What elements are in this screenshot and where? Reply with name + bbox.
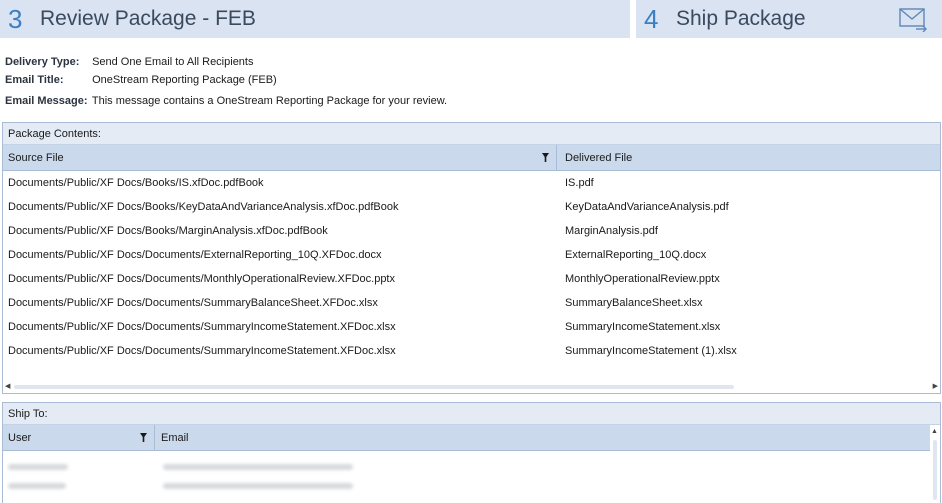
delivered-cell: IS.pdf	[565, 177, 594, 189]
table-row[interactable]: Documents/Public/XF Docs/Documents/Summa…	[3, 291, 940, 315]
scrollbar-thumb[interactable]	[933, 440, 937, 500]
table-row[interactable]: Documents/Public/XF Docs/Books/IS.xfDoc.…	[3, 171, 940, 195]
source-cell: Documents/Public/XF Docs/Documents/Summa…	[8, 321, 396, 333]
scroll-left-icon[interactable]: ◀	[5, 383, 10, 391]
table-row[interactable]: Documents/Public/XF Docs/Documents/Summa…	[3, 339, 940, 363]
step-ship-package-header: 4 Ship Package	[636, 0, 942, 38]
column-header-label: User	[8, 432, 32, 444]
package-contents-panel: Package Contents: Source File Delivered …	[2, 122, 941, 394]
step-review-package-header: 3 Review Package - FEB	[0, 0, 630, 38]
delivered-cell: KeyDataAndVarianceAnalysis.pdf	[565, 201, 729, 213]
source-cell: Documents/Public/XF Docs/Books/IS.xfDoc.…	[8, 177, 264, 189]
source-cell: Documents/Public/XF Docs/Books/KeyDataAn…	[8, 201, 399, 213]
delivery-type-value: Send One Email to All Recipients	[92, 56, 254, 68]
source-cell: Documents/Public/XF Docs/Books/MarginAna…	[8, 225, 328, 237]
table-row[interactable]: Documents/Public/XF Docs/Documents/Summa…	[3, 315, 940, 339]
delivery-type-label: Delivery Type:	[5, 56, 80, 68]
source-cell: Documents/Public/XF Docs/Documents/Month…	[8, 273, 395, 285]
scroll-right-icon[interactable]: ▶	[933, 383, 938, 391]
ship-to-panel: Ship To: User Email ▲	[2, 402, 941, 503]
grid-header: Source File Delivered File	[3, 145, 940, 171]
delivery-type-line: Delivery Type: Send One Email to All Rec…	[5, 54, 253, 70]
email-title-value: OneStream Reporting Package (FEB)	[92, 74, 277, 86]
vertical-scrollbar[interactable]: ▲	[930, 426, 940, 503]
table-row[interactable]: Documents/Public/XF Docs/Books/MarginAna…	[3, 219, 940, 243]
panel-title: Ship To:	[3, 403, 940, 425]
filter-icon[interactable]	[542, 153, 549, 162]
step-number: 4	[644, 3, 659, 34]
step-title: Ship Package	[676, 7, 806, 30]
email-message-line: Email Message: This message contains a O…	[5, 93, 447, 109]
package-rows: Documents/Public/XF Docs/Books/IS.xfDoc.…	[3, 171, 940, 363]
email-message-label: Email Message:	[5, 95, 88, 107]
delivered-cell: SummaryIncomeStatement.xlsx	[565, 321, 721, 333]
source-cell: Documents/Public/XF Docs/Documents/Exter…	[8, 249, 382, 261]
filter-icon[interactable]	[140, 433, 147, 442]
email-message-value: This message contains a OneStream Report…	[91, 95, 448, 107]
column-header-user[interactable]: User	[3, 425, 155, 450]
table-row[interactable]: Documents/Public/XF Docs/Documents/Month…	[3, 267, 940, 291]
scroll-up-icon[interactable]: ▲	[931, 428, 938, 435]
delivered-cell: SummaryIncomeStatement (1).xlsx	[565, 345, 737, 357]
email-title-line: Email Title: OneStream Reporting Package…	[5, 72, 277, 88]
column-header-label: Source File	[8, 152, 64, 164]
step-number: 3	[8, 3, 23, 34]
source-cell: Documents/Public/XF Docs/Documents/Summa…	[8, 297, 378, 309]
column-header-delivered-file[interactable]: Delivered File	[557, 145, 940, 170]
redacted-user	[8, 463, 68, 470]
redacted-user	[8, 482, 66, 489]
redacted-email	[163, 482, 353, 489]
column-header-source-file[interactable]: Source File	[3, 145, 557, 170]
table-row[interactable]: Documents/Public/XF Docs/Documents/Exter…	[3, 243, 940, 267]
source-cell: Documents/Public/XF Docs/Documents/Summa…	[8, 345, 396, 357]
column-header-email[interactable]: Email	[155, 425, 930, 450]
delivered-cell: ExternalReporting_10Q.docx	[565, 249, 707, 261]
step-title: Review Package - FEB	[40, 7, 256, 30]
redacted-email	[163, 463, 353, 470]
table-row[interactable]	[3, 476, 940, 495]
panel-title: Package Contents:	[3, 123, 940, 145]
scrollbar-thumb[interactable]	[14, 385, 734, 389]
delivered-cell: SummaryBalanceSheet.xlsx	[565, 297, 703, 309]
envelope-arrow-icon[interactable]	[898, 6, 928, 32]
delivered-cell: MonthlyOperationalReview.pptx	[565, 273, 720, 285]
delivered-cell: MarginAnalysis.pdf	[565, 225, 658, 237]
table-row[interactable]	[3, 457, 940, 476]
horizontal-scrollbar[interactable]: ◀ ▶	[3, 382, 940, 392]
grid-header: User Email	[3, 425, 930, 451]
email-title-label: Email Title:	[5, 74, 64, 86]
table-row[interactable]: Documents/Public/XF Docs/Books/KeyDataAn…	[3, 195, 940, 219]
